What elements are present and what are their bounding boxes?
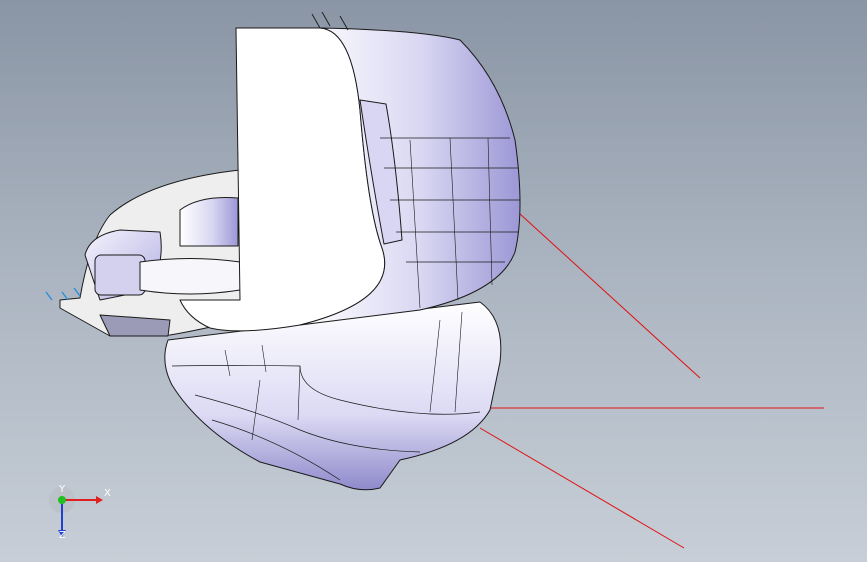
z-axis-label: Z — [59, 530, 66, 541]
x-axis-label: X — [104, 488, 111, 499]
3d-model-view[interactable] — [0, 0, 867, 562]
x-axis-arrow-icon — [96, 496, 103, 504]
lower-shell — [164, 301, 502, 491]
sketch-lines — [479, 213, 824, 549]
sketch-line — [479, 427, 685, 549]
y-axis-label: Y — [59, 484, 66, 495]
sketch-line — [519, 213, 701, 379]
graphics-viewport[interactable]: X Y Z — [0, 0, 867, 562]
y-axis-dot-icon — [58, 496, 66, 504]
